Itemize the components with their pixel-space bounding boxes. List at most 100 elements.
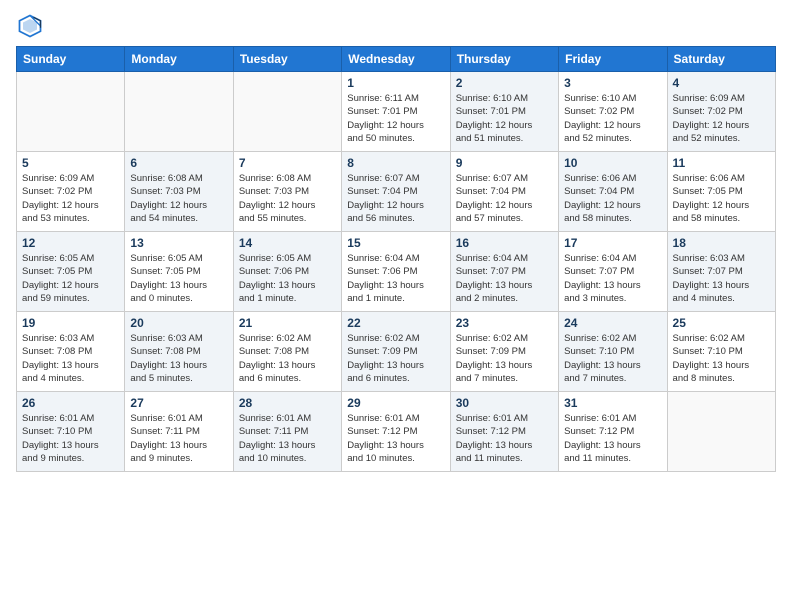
day-info: Sunrise: 6:01 AM Sunset: 7:12 PM Dayligh… — [456, 412, 553, 465]
day-number: 4 — [673, 76, 770, 90]
day-number: 23 — [456, 316, 553, 330]
day-info: Sunrise: 6:08 AM Sunset: 7:03 PM Dayligh… — [239, 172, 336, 225]
day-info: Sunrise: 6:04 AM Sunset: 7:06 PM Dayligh… — [347, 252, 444, 305]
day-number: 30 — [456, 396, 553, 410]
day-info: Sunrise: 6:01 AM Sunset: 7:10 PM Dayligh… — [22, 412, 119, 465]
calendar-cell: 8 Sunrise: 6:07 AM Sunset: 7:04 PM Daylig… — [342, 152, 450, 232]
day-number: 15 — [347, 236, 444, 250]
day-info: Sunrise: 6:09 AM Sunset: 7:02 PM Dayligh… — [22, 172, 119, 225]
calendar-week-1: 1 Sunrise: 6:11 AM Sunset: 7:01 PM Daylig… — [17, 72, 776, 152]
day-number: 22 — [347, 316, 444, 330]
calendar-cell: 30 Sunrise: 6:01 AM Sunset: 7:12 PM Dayli… — [450, 392, 558, 472]
calendar-cell: 25 Sunrise: 6:02 AM Sunset: 7:10 PM Dayli… — [667, 312, 775, 392]
day-number: 9 — [456, 156, 553, 170]
day-number: 29 — [347, 396, 444, 410]
day-info: Sunrise: 6:02 AM Sunset: 7:08 PM Dayligh… — [239, 332, 336, 385]
day-info: Sunrise: 6:06 AM Sunset: 7:05 PM Dayligh… — [673, 172, 770, 225]
calendar-cell: 29 Sunrise: 6:01 AM Sunset: 7:12 PM Dayli… — [342, 392, 450, 472]
day-number: 1 — [347, 76, 444, 90]
day-number: 5 — [22, 156, 119, 170]
calendar-cell: 10 Sunrise: 6:06 AM Sunset: 7:04 PM Dayli… — [559, 152, 667, 232]
calendar-week-2: 5 Sunrise: 6:09 AM Sunset: 7:02 PM Daylig… — [17, 152, 776, 232]
day-number: 24 — [564, 316, 661, 330]
calendar-cell: 23 Sunrise: 6:02 AM Sunset: 7:09 PM Dayli… — [450, 312, 558, 392]
weekday-header-sunday: Sunday — [17, 47, 125, 72]
calendar-cell: 3 Sunrise: 6:10 AM Sunset: 7:02 PM Daylig… — [559, 72, 667, 152]
calendar-header-row: SundayMondayTuesdayWednesdayThursdayFrid… — [17, 47, 776, 72]
calendar-cell — [125, 72, 233, 152]
logo-icon — [16, 12, 44, 40]
day-number: 16 — [456, 236, 553, 250]
calendar-week-4: 19 Sunrise: 6:03 AM Sunset: 7:08 PM Dayli… — [17, 312, 776, 392]
calendar-cell: 17Sunrise: 6:04 AM Sunset: 7:07 PM Dayli… — [559, 232, 667, 312]
calendar-cell: 28 Sunrise: 6:01 AM Sunset: 7:11 PM Dayli… — [233, 392, 341, 472]
weekday-header-wednesday: Wednesday — [342, 47, 450, 72]
day-info: Sunrise: 6:10 AM Sunset: 7:01 PM Dayligh… — [456, 92, 553, 145]
calendar-cell: 24Sunrise: 6:02 AM Sunset: 7:10 PM Dayli… — [559, 312, 667, 392]
calendar-cell: 11Sunrise: 6:06 AM Sunset: 7:05 PM Dayli… — [667, 152, 775, 232]
day-number: 28 — [239, 396, 336, 410]
day-info: Sunrise: 6:09 AM Sunset: 7:02 PM Dayligh… — [673, 92, 770, 145]
day-info: Sunrise: 6:02 AM Sunset: 7:09 PM Dayligh… — [347, 332, 444, 385]
day-number: 31 — [564, 396, 661, 410]
calendar-cell — [667, 392, 775, 472]
calendar-cell: 19 Sunrise: 6:03 AM Sunset: 7:08 PM Dayli… — [17, 312, 125, 392]
calendar-cell: 5 Sunrise: 6:09 AM Sunset: 7:02 PM Daylig… — [17, 152, 125, 232]
calendar-cell — [233, 72, 341, 152]
day-info: Sunrise: 6:02 AM Sunset: 7:10 PM Dayligh… — [673, 332, 770, 385]
day-info: Sunrise: 6:01 AM Sunset: 7:12 PM Dayligh… — [347, 412, 444, 465]
day-info: Sunrise: 6:08 AM Sunset: 7:03 PM Dayligh… — [130, 172, 227, 225]
day-number: 2 — [456, 76, 553, 90]
day-number: 14 — [239, 236, 336, 250]
day-info: Sunrise: 6:06 AM Sunset: 7:04 PM Dayligh… — [564, 172, 661, 225]
day-number: 18 — [673, 236, 770, 250]
day-info: Sunrise: 6:05 AM Sunset: 7:05 PM Dayligh… — [130, 252, 227, 305]
day-number: 8 — [347, 156, 444, 170]
calendar-cell: 7 Sunrise: 6:08 AM Sunset: 7:03 PM Daylig… — [233, 152, 341, 232]
logo — [16, 12, 48, 40]
calendar-cell: 16 Sunrise: 6:04 AM Sunset: 7:07 PM Dayli… — [450, 232, 558, 312]
calendar-cell: 21 Sunrise: 6:02 AM Sunset: 7:08 PM Dayli… — [233, 312, 341, 392]
day-number: 7 — [239, 156, 336, 170]
day-info: Sunrise: 6:07 AM Sunset: 7:04 PM Dayligh… — [347, 172, 444, 225]
calendar-table: SundayMondayTuesdayWednesdayThursdayFrid… — [16, 46, 776, 472]
calendar-cell: 31 Sunrise: 6:01 AM Sunset: 7:12 PM Dayli… — [559, 392, 667, 472]
day-number: 19 — [22, 316, 119, 330]
day-info: Sunrise: 6:05 AM Sunset: 7:06 PM Dayligh… — [239, 252, 336, 305]
day-number: 25 — [673, 316, 770, 330]
calendar-cell — [17, 72, 125, 152]
calendar-cell: 18 Sunrise: 6:03 AM Sunset: 7:07 PM Dayli… — [667, 232, 775, 312]
weekday-header-tuesday: Tuesday — [233, 47, 341, 72]
day-info: Sunrise: 6:04 AM Sunset: 7:07 PM Dayligh… — [564, 252, 661, 305]
calendar-week-3: 12 Sunrise: 6:05 AM Sunset: 7:05 PM Dayli… — [17, 232, 776, 312]
weekday-header-monday: Monday — [125, 47, 233, 72]
day-number: 3 — [564, 76, 661, 90]
day-info: Sunrise: 6:10 AM Sunset: 7:02 PM Dayligh… — [564, 92, 661, 145]
calendar-cell: 27Sunrise: 6:01 AM Sunset: 7:11 PM Dayli… — [125, 392, 233, 472]
day-info: Sunrise: 6:02 AM Sunset: 7:09 PM Dayligh… — [456, 332, 553, 385]
page: SundayMondayTuesdayWednesdayThursdayFrid… — [0, 0, 792, 612]
day-number: 21 — [239, 316, 336, 330]
day-info: Sunrise: 6:03 AM Sunset: 7:07 PM Dayligh… — [673, 252, 770, 305]
day-number: 27 — [130, 396, 227, 410]
calendar-cell: 6 Sunrise: 6:08 AM Sunset: 7:03 PM Daylig… — [125, 152, 233, 232]
calendar-cell: 26 Sunrise: 6:01 AM Sunset: 7:10 PM Dayli… — [17, 392, 125, 472]
day-info: Sunrise: 6:07 AM Sunset: 7:04 PM Dayligh… — [456, 172, 553, 225]
day-info: Sunrise: 6:11 AM Sunset: 7:01 PM Dayligh… — [347, 92, 444, 145]
day-info: Sunrise: 6:01 AM Sunset: 7:12 PM Dayligh… — [564, 412, 661, 465]
day-info: Sunrise: 6:04 AM Sunset: 7:07 PM Dayligh… — [456, 252, 553, 305]
day-number: 12 — [22, 236, 119, 250]
calendar-cell: 14 Sunrise: 6:05 AM Sunset: 7:06 PM Dayli… — [233, 232, 341, 312]
day-number: 10 — [564, 156, 661, 170]
calendar-cell: 15 Sunrise: 6:04 AM Sunset: 7:06 PM Dayli… — [342, 232, 450, 312]
day-number: 6 — [130, 156, 227, 170]
calendar-cell: 20Sunrise: 6:03 AM Sunset: 7:08 PM Dayli… — [125, 312, 233, 392]
calendar-cell: 9 Sunrise: 6:07 AM Sunset: 7:04 PM Daylig… — [450, 152, 558, 232]
day-info: Sunrise: 6:03 AM Sunset: 7:08 PM Dayligh… — [22, 332, 119, 385]
weekday-header-thursday: Thursday — [450, 47, 558, 72]
weekday-header-friday: Friday — [559, 47, 667, 72]
calendar-cell: 13Sunrise: 6:05 AM Sunset: 7:05 PM Dayli… — [125, 232, 233, 312]
day-number: 26 — [22, 396, 119, 410]
day-info: Sunrise: 6:01 AM Sunset: 7:11 PM Dayligh… — [239, 412, 336, 465]
header — [16, 12, 776, 40]
